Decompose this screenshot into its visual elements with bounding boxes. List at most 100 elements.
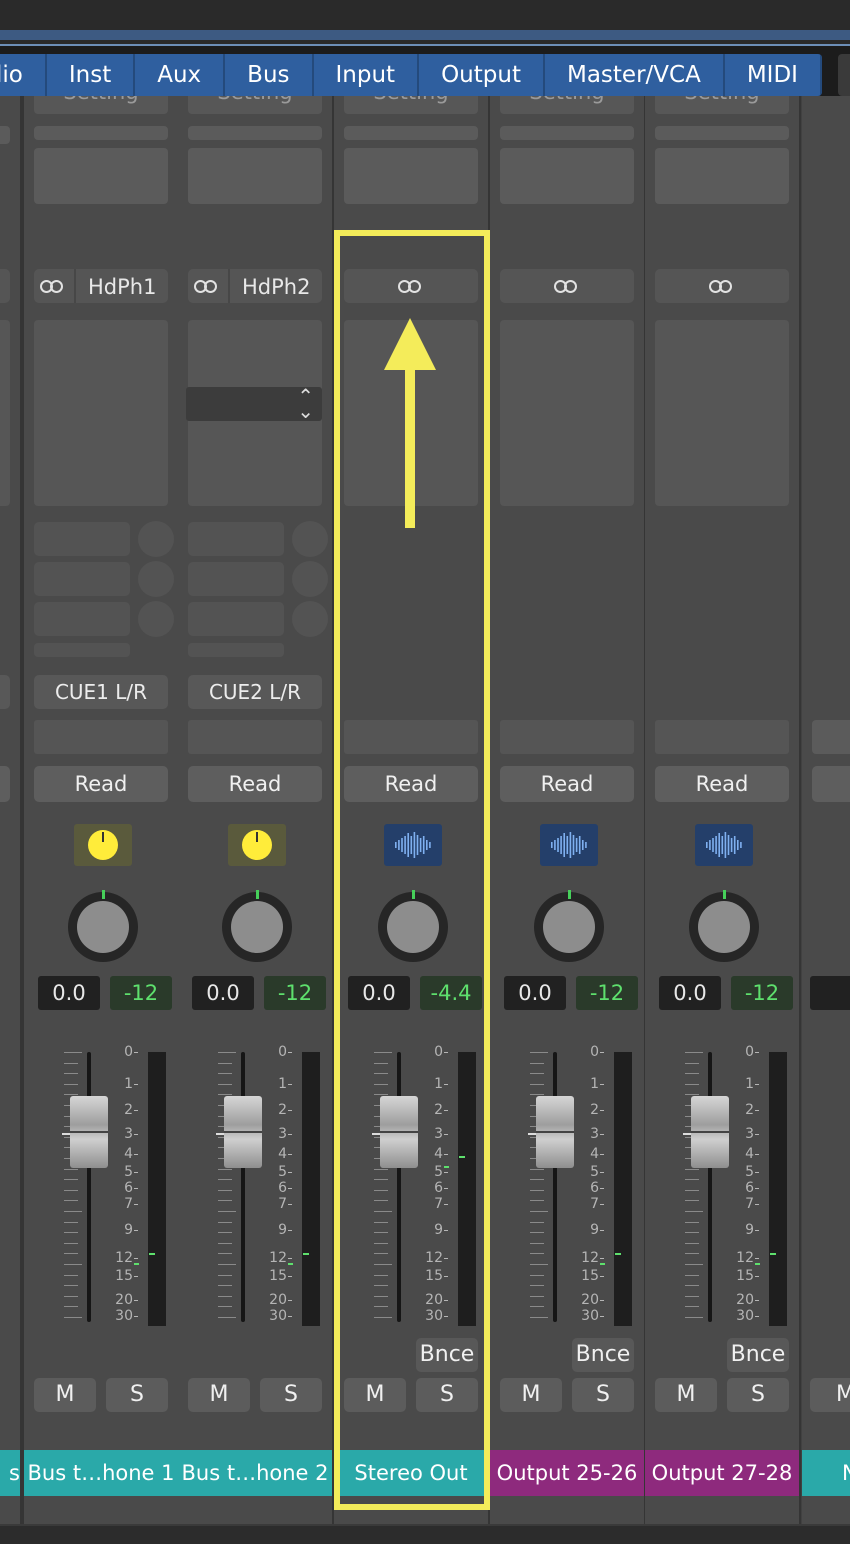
send-knob[interactable] bbox=[292, 601, 328, 637]
mute-button[interactable]: M bbox=[810, 1378, 850, 1412]
group-slot[interactable] bbox=[812, 720, 850, 754]
send-knob[interactable] bbox=[138, 601, 174, 637]
midi-fx-slot[interactable] bbox=[344, 148, 478, 204]
output-button[interactable]: CUE2 L/R bbox=[188, 675, 322, 709]
automation-mode[interactable] bbox=[0, 766, 10, 802]
eq-thumbnail[interactable] bbox=[34, 126, 168, 140]
peak-display[interactable]: -12 bbox=[576, 976, 638, 1010]
peak-display[interactable]: -12 bbox=[731, 976, 793, 1010]
solo-button[interactable]: S bbox=[260, 1378, 322, 1412]
mute-button[interactable]: M bbox=[34, 1378, 96, 1412]
setting-button[interactable]: Setting bbox=[34, 96, 168, 114]
tab-output[interactable]: Output bbox=[419, 54, 545, 96]
volume-display[interactable]: 0.0 bbox=[504, 976, 566, 1010]
link-button[interactable] bbox=[655, 269, 789, 303]
channel-name[interactable]: Bus t…hone 2 bbox=[178, 1450, 332, 1496]
peak-display[interactable]: -12 bbox=[110, 976, 172, 1010]
setting-button[interactable]: Setting bbox=[500, 96, 634, 114]
send-slot-small[interactable] bbox=[34, 643, 130, 657]
send-knob[interactable] bbox=[292, 561, 328, 597]
solo-button[interactable]: S bbox=[572, 1378, 634, 1412]
pan-knob[interactable] bbox=[534, 890, 604, 962]
bounce-button[interactable]: Bnce bbox=[572, 1338, 634, 1372]
input-selector[interactable]: ⌃ ⌄ bbox=[186, 386, 322, 421]
send-knob[interactable] bbox=[138, 561, 174, 597]
send-slot[interactable] bbox=[34, 602, 130, 636]
tab-lio[interactable]: lio bbox=[0, 54, 47, 96]
insert-slots[interactable] bbox=[655, 320, 789, 506]
midi-fx-slot[interactable] bbox=[188, 148, 322, 204]
bounce-button[interactable]: Bnce bbox=[727, 1338, 789, 1372]
send-slot[interactable] bbox=[34, 522, 130, 556]
solo-button[interactable]: S bbox=[727, 1378, 789, 1412]
setting-button[interactable]: Setting bbox=[344, 96, 478, 114]
midi-fx-slot[interactable] bbox=[655, 148, 789, 204]
send-slot-small[interactable] bbox=[188, 643, 284, 657]
output-button[interactable] bbox=[0, 675, 10, 709]
group-slot[interactable] bbox=[34, 720, 168, 754]
mute-button[interactable]: M bbox=[188, 1378, 250, 1412]
send-knob[interactable] bbox=[292, 521, 328, 557]
fader-cap[interactable] bbox=[536, 1096, 574, 1168]
pan-knob[interactable] bbox=[68, 890, 138, 962]
send-slot[interactable] bbox=[188, 522, 284, 556]
peak-display[interactable]: -12 bbox=[264, 976, 326, 1010]
automation-mode[interactable] bbox=[812, 766, 850, 802]
output-button[interactable]: CUE1 L/R bbox=[34, 675, 168, 709]
eq-thumbnail[interactable] bbox=[344, 126, 478, 140]
tab-aux[interactable]: Aux bbox=[135, 54, 226, 96]
channel-name[interactable]: Output 25-26 bbox=[490, 1450, 644, 1496]
automation-mode[interactable]: Read bbox=[188, 766, 322, 802]
fader-cap[interactable] bbox=[70, 1096, 108, 1168]
tab-master-vca[interactable]: Master/VCA bbox=[545, 54, 725, 96]
waveform-icon[interactable] bbox=[695, 824, 753, 866]
waveform-icon[interactable] bbox=[540, 824, 598, 866]
channel-name[interactable]: N bbox=[802, 1450, 850, 1496]
pan-knob[interactable] bbox=[222, 890, 292, 962]
yellow-knob-icon[interactable] bbox=[228, 824, 286, 866]
tab-input[interactable]: Input bbox=[314, 54, 420, 96]
yellow-knob-icon[interactable] bbox=[74, 824, 132, 866]
channel-name[interactable]: Output 27-28 bbox=[645, 1450, 799, 1496]
setting-button[interactable]: Setting bbox=[655, 96, 789, 114]
eq-thumbnail[interactable] bbox=[188, 126, 322, 140]
send-slot[interactable] bbox=[34, 562, 130, 596]
group-slot[interactable] bbox=[188, 720, 322, 754]
insert-slots[interactable] bbox=[500, 320, 634, 506]
bottom-scrollbar[interactable] bbox=[0, 1524, 850, 1544]
setting-slot[interactable] bbox=[0, 126, 10, 144]
solo-button[interactable]: S bbox=[106, 1378, 168, 1412]
automation-mode[interactable]: Read bbox=[655, 766, 789, 802]
group-slot[interactable] bbox=[655, 720, 789, 754]
fader-cap[interactable] bbox=[691, 1096, 729, 1168]
volume-display[interactable]: 0.0 bbox=[38, 976, 100, 1010]
channel-name[interactable]: s bbox=[0, 1450, 20, 1496]
link-button[interactable]: HdPh1 bbox=[34, 269, 168, 303]
insert-slots[interactable] bbox=[0, 320, 10, 506]
group-slot[interactable] bbox=[500, 720, 634, 754]
midi-fx-slot[interactable] bbox=[500, 148, 634, 204]
insert-slots[interactable] bbox=[34, 320, 168, 506]
tab-bus[interactable]: Bus bbox=[225, 54, 314, 96]
eq-thumbnail[interactable] bbox=[655, 126, 789, 140]
link-button[interactable]: HdPh2 bbox=[188, 269, 322, 303]
mute-button[interactable]: M bbox=[500, 1378, 562, 1412]
link-button[interactable] bbox=[500, 269, 634, 303]
tab-midi[interactable]: MIDI bbox=[725, 54, 822, 96]
automation-mode[interactable]: Read bbox=[500, 766, 634, 802]
setting-button[interactable]: Setting bbox=[188, 96, 322, 114]
tab-inst[interactable]: Inst bbox=[47, 54, 136, 96]
link-button[interactable] bbox=[0, 269, 10, 303]
volume-display[interactable]: 0.0 bbox=[659, 976, 721, 1010]
midi-fx-slot[interactable] bbox=[34, 148, 168, 204]
send-slot[interactable] bbox=[188, 562, 284, 596]
send-slot[interactable] bbox=[188, 602, 284, 636]
eq-thumbnail[interactable] bbox=[500, 126, 634, 140]
channel-name[interactable]: Bus t…hone 1 bbox=[24, 1450, 178, 1496]
automation-mode[interactable]: Read bbox=[34, 766, 168, 802]
fader-cap[interactable] bbox=[224, 1096, 262, 1168]
pan-knob[interactable] bbox=[689, 890, 759, 962]
volume-display[interactable]: 0.0 bbox=[192, 976, 254, 1010]
mute-button[interactable]: M bbox=[655, 1378, 717, 1412]
send-knob[interactable] bbox=[138, 521, 174, 557]
